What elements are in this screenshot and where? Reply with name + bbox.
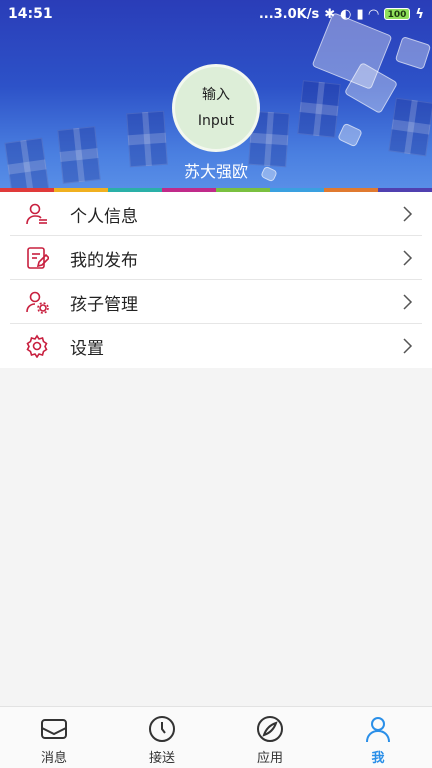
menu-item-my-posts[interactable]: 我的发布 [0,236,432,280]
chevron-right-icon [398,205,416,223]
envelope-icon [40,715,68,743]
wifi-icon: ◠ [368,6,379,22]
decor-glass [337,122,363,148]
tab-label: 接送 [148,751,175,766]
tab-label: 我 [371,751,385,766]
user-profile-icon [24,201,50,227]
bottom-navigation: 消息 接送 应用 我 [0,706,432,768]
decor-flag [297,80,341,138]
tab-label: 消息 [40,751,67,766]
chevron-right-icon [398,249,416,267]
menu-item-label: 设置 [70,338,104,359]
chevron-right-icon [398,337,416,355]
bluetooth-icon: ✱ [324,6,336,22]
edit-document-icon [24,245,50,271]
status-bar: 14:51 ...3.0K/s ✱ ◐ ▮ ◠ 100 ϟ [0,0,432,28]
avatar-text-english: Input [197,113,235,129]
status-indicators: ...3.0K/s ✱ ◐ ▮ ◠ 100 ϟ [259,7,424,22]
network-speed: ...3.0K/s [258,6,320,22]
person-icon [364,715,392,743]
tab-messages[interactable]: 消息 [0,707,108,768]
username: 苏大强欧 [183,162,248,181]
tab-me[interactable]: 我 [324,707,432,768]
user-settings-icon [24,289,50,315]
signal-icon: ▮ [356,6,364,22]
gear-icon [24,333,50,359]
menu-item-settings[interactable]: 设置 [0,324,432,368]
menu-item-label: 个人信息 [70,206,138,227]
menu-item-child-management[interactable]: 孩子管理 [0,280,432,324]
decor-glass [394,36,432,70]
menu-item-label: 孩子管理 [70,294,138,315]
alarm-toggle-icon: ◐ [340,6,352,22]
charging-icon: ϟ [415,6,424,22]
menu-item-personal-info[interactable]: 个人信息 [0,192,432,236]
decor-flag [388,97,432,157]
avatar-text-chinese: 输入 [202,87,230,103]
clock-icon [148,715,176,743]
menu-item-label: 我的发布 [70,250,138,271]
tab-apps[interactable]: 应用 [216,707,324,768]
profile-header: 14:51 ...3.0K/s ✱ ◐ ▮ ◠ 100 ϟ 输入 Input 苏… [0,0,432,192]
tab-pickup[interactable]: 接送 [108,707,216,768]
chevron-right-icon [398,293,416,311]
compass-icon [256,715,284,743]
avatar[interactable]: 输入 Input [172,64,260,152]
status-time: 14:51 [8,6,53,22]
battery-indicator: 100 [383,8,411,20]
menu-list: 个人信息 我的发布 孩子管理 设置 [0,192,432,368]
tab-label: 应用 [256,751,283,766]
